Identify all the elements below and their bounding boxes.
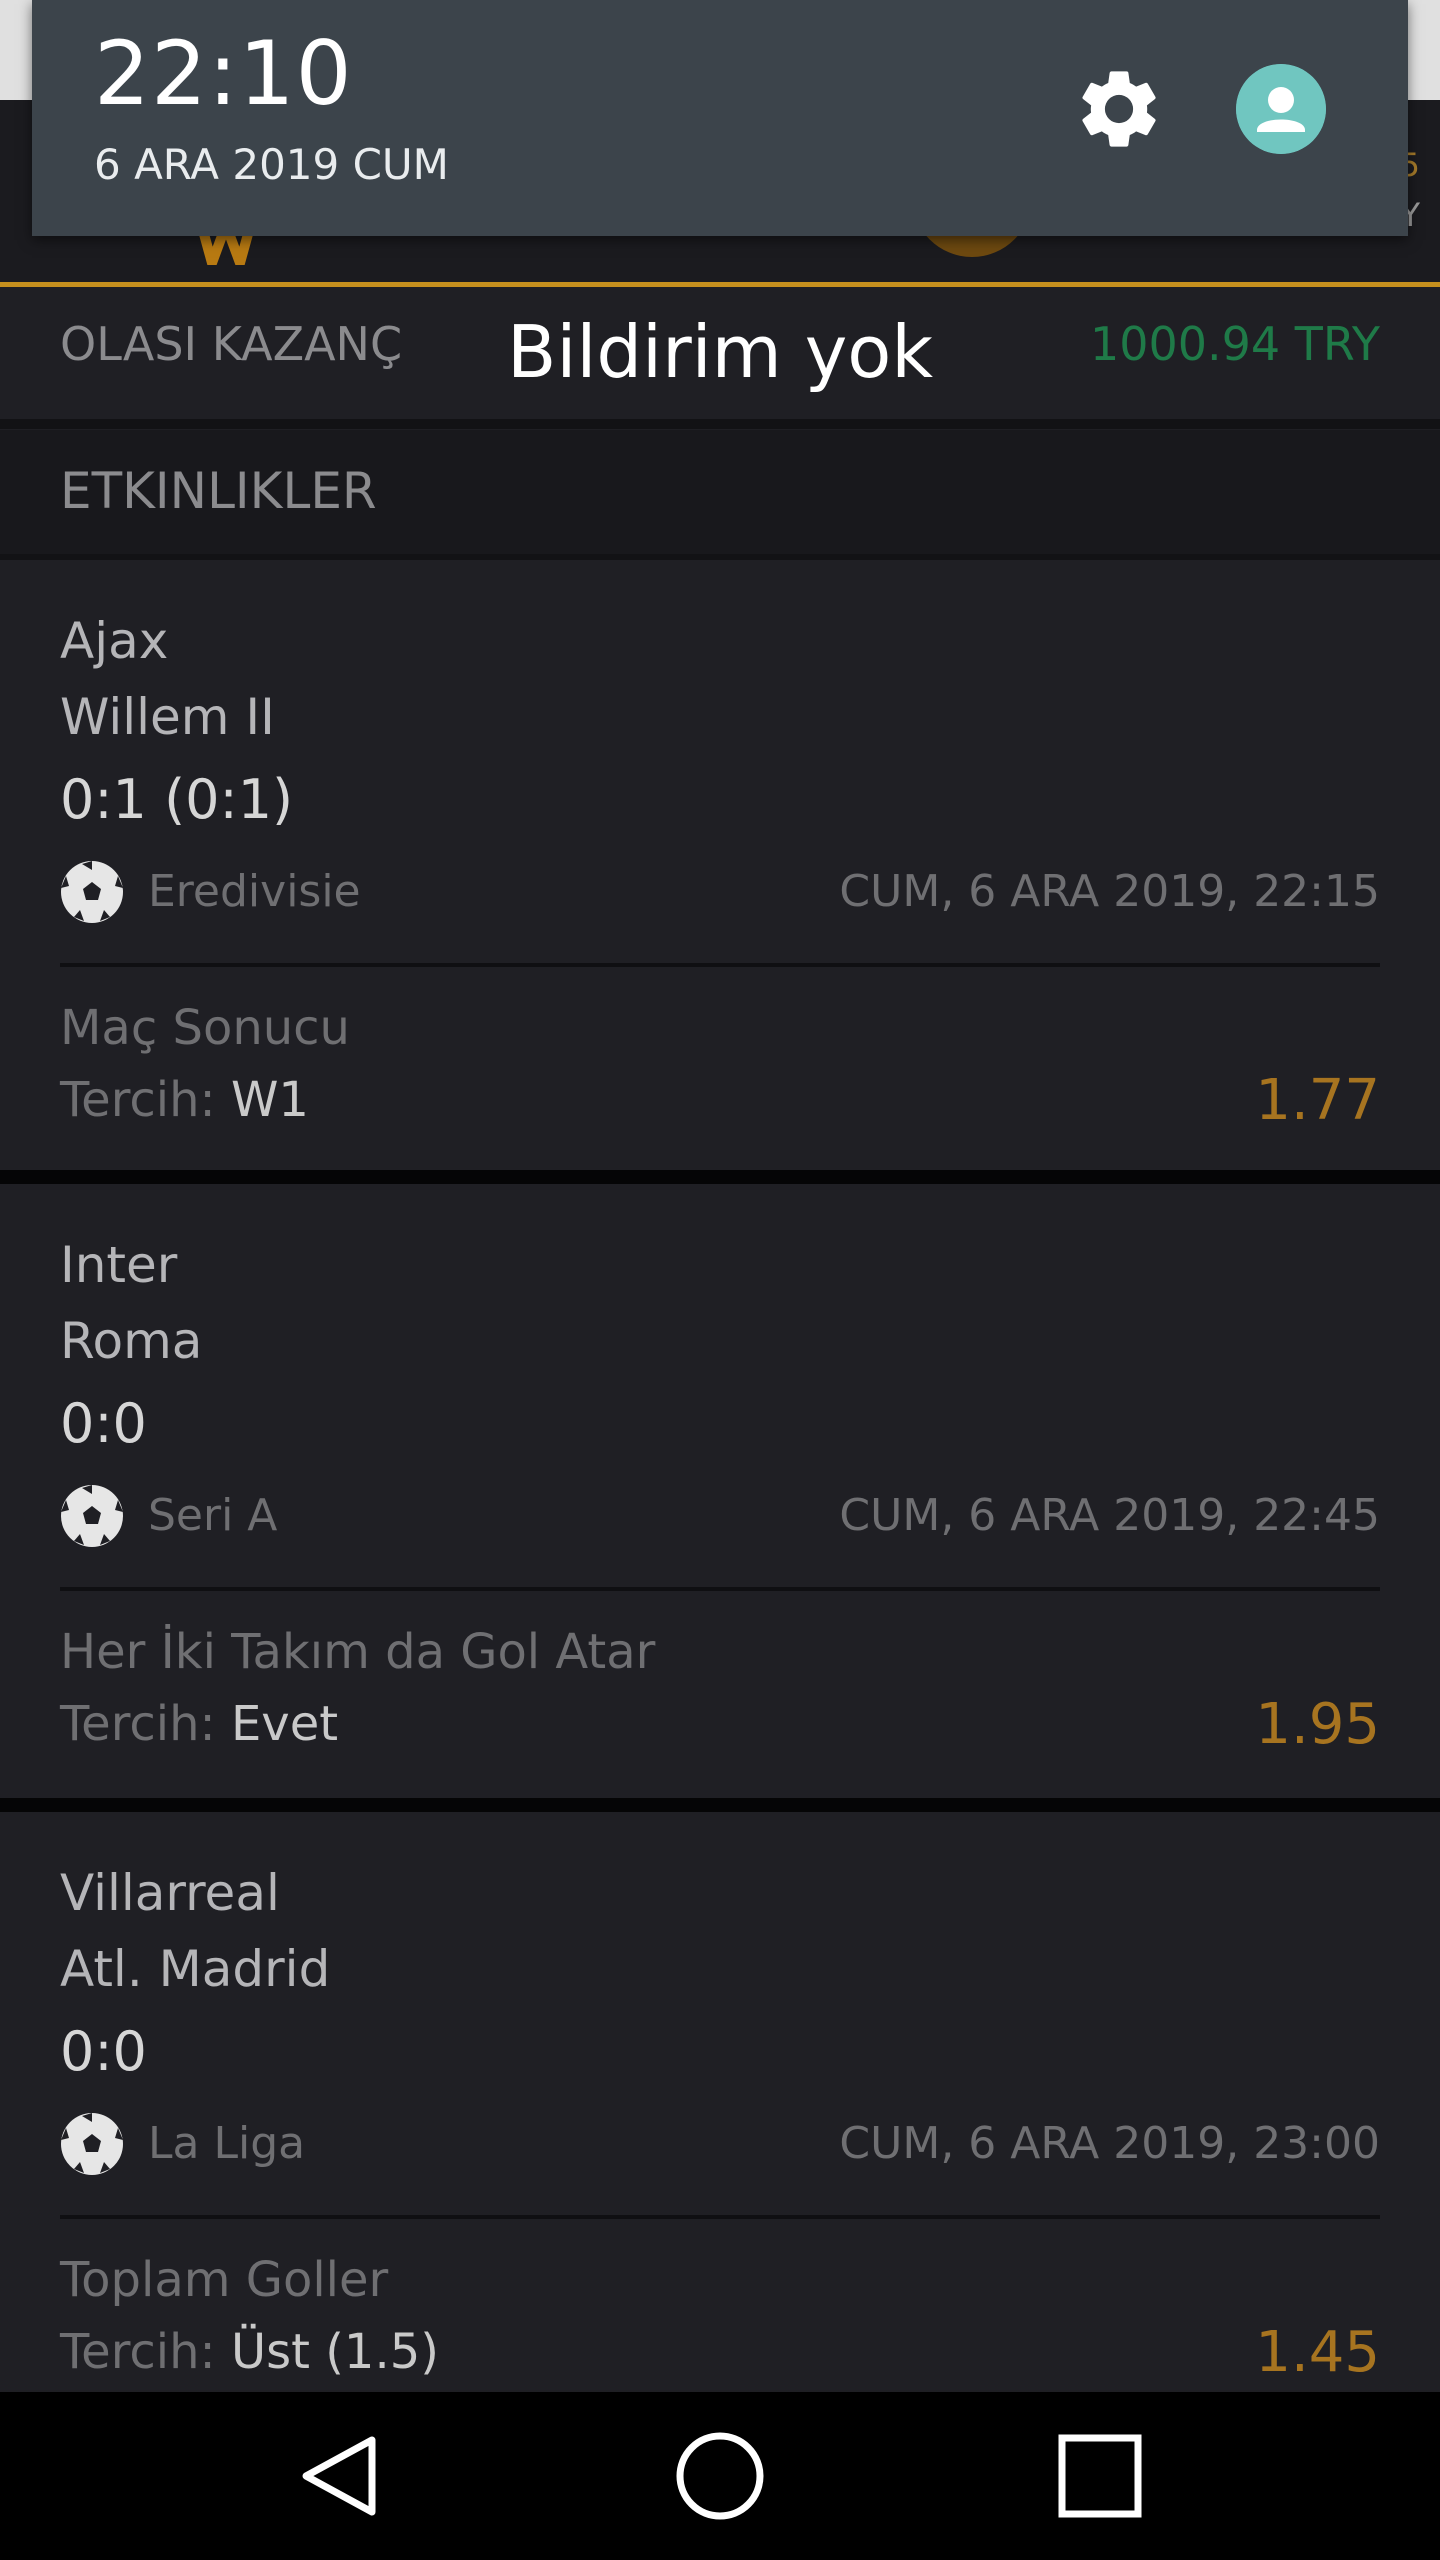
soccer-ball-icon <box>61 1485 123 1547</box>
market-name: Toplam Goller <box>60 2252 389 2308</box>
league-name: Eredivisie <box>148 866 361 917</box>
bet-choice: Tercih: W1 <box>60 1072 309 1128</box>
gear-icon[interactable] <box>1072 62 1166 156</box>
card-divider <box>60 963 1380 967</box>
notification-shade[interactable]: 22:10 6 ARA 2019 CUM <box>32 0 1408 236</box>
away-team: Atl. Madrid <box>60 1940 331 1998</box>
back-icon[interactable] <box>292 2428 388 2524</box>
away-team: Willem II <box>60 688 275 746</box>
event-card[interactable]: Ajax Willem II 0:1 (0:1) Eredivisie CUM,… <box>0 560 1440 1177</box>
events-title: ETKINLIKLER <box>60 462 377 520</box>
match-datetime: CUM, 6 ARA 2019, 22:45 <box>839 1490 1380 1541</box>
choice-value: Üst (1.5) <box>230 2324 439 2380</box>
card-divider <box>60 2215 1380 2219</box>
home-team: Inter <box>60 1236 178 1294</box>
bet-choice: Tercih: Üst (1.5) <box>60 2324 439 2380</box>
choice-value: Evet <box>230 1696 339 1752</box>
odds-value: 1.95 <box>1255 1692 1380 1757</box>
league-name: La Liga <box>148 2118 306 2169</box>
choice-label: Tercih: <box>60 1072 216 1128</box>
user-avatar-icon[interactable] <box>1236 64 1326 154</box>
soccer-ball-icon <box>61 861 123 923</box>
soccer-ball-icon <box>61 2113 123 2175</box>
card-gap <box>0 1170 1440 1184</box>
card-gap <box>0 1798 1440 1812</box>
league-name: Seri A <box>148 1490 278 1541</box>
away-team: Roma <box>60 1312 203 1370</box>
match-datetime: CUM, 6 ARA 2019, 22:15 <box>839 866 1380 917</box>
choice-value: W1 <box>230 1072 309 1128</box>
divider <box>0 419 1440 429</box>
odds-value: 1.77 <box>1255 1068 1380 1133</box>
odds-value: 1.45 <box>1255 2320 1380 2385</box>
card-divider <box>60 1587 1380 1591</box>
choice-label: Tercih: <box>60 1696 216 1752</box>
home-team: Villarreal <box>60 1864 280 1922</box>
match-score: 0:1 (0:1) <box>60 768 294 831</box>
market-name: Her İki Takım da Gol Atar <box>60 1624 656 1680</box>
events-section-header: ETKINLIKLER <box>0 430 1440 554</box>
home-team: Ajax <box>60 612 169 670</box>
clock-date: 6 ARA 2019 CUM <box>94 140 449 189</box>
system-navigation-bar <box>0 2392 1440 2560</box>
event-card[interactable]: Inter Roma 0:0 Seri A CUM, 6 ARA 2019, 2… <box>0 1184 1440 1801</box>
home-icon[interactable] <box>672 2428 768 2524</box>
choice-label: Tercih: <box>60 2324 216 2380</box>
clock-time: 22:10 <box>94 22 353 125</box>
match-datetime: CUM, 6 ARA 2019, 23:00 <box>839 2118 1380 2169</box>
event-card[interactable]: Villarreal Atl. Madrid 0:0 La Liga CUM, … <box>0 1812 1440 2429</box>
recent-apps-icon[interactable] <box>1052 2428 1148 2524</box>
market-name: Maç Sonucu <box>60 1000 350 1056</box>
match-score: 0:0 <box>60 2020 147 2083</box>
match-score: 0:0 <box>60 1392 147 1455</box>
bet-choice: Tercih: Evet <box>60 1696 338 1752</box>
no-notifications-text: Bildirim yok <box>506 310 934 394</box>
